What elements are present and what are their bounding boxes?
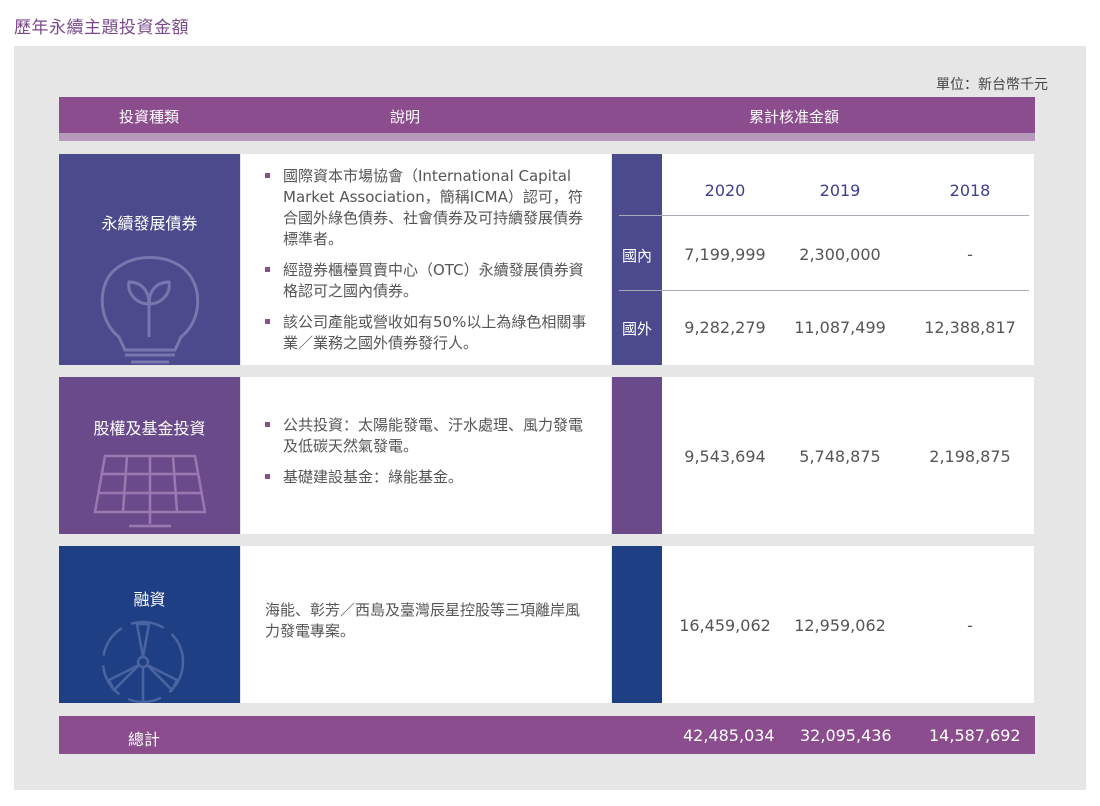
- year-2020: 2020: [704, 181, 746, 200]
- divider: [619, 290, 1029, 291]
- row-sidebar: [612, 546, 662, 703]
- bullet-item: 國際資本市場協會（International Capital Market As…: [241, 166, 611, 250]
- value-2018: 2,198,875: [929, 447, 1011, 466]
- wind-turbine-icon: [101, 620, 185, 703]
- category-label: 股權及基金投資: [93, 419, 206, 438]
- value-2020: 9,543,694: [684, 447, 766, 466]
- value-2019: 5,748,875: [799, 447, 881, 466]
- value-domestic-2019: 2,300,000: [799, 245, 881, 264]
- lightbulb-plant-icon: [100, 256, 200, 364]
- total-2020: 42,485,034: [683, 726, 775, 745]
- bullet-item: 該公司產能或營收如有50%以上為綠色相關事業／業務之國外債券發行人。: [241, 312, 611, 354]
- values-equity: 9,543,694 5,748,875 2,198,875: [662, 377, 1034, 534]
- value-2020: 16,459,062: [679, 616, 771, 635]
- description-text: 海能、彰芳／西島及臺灣辰星控股等三項離岸風力發電專案。: [265, 601, 581, 640]
- value-foreign-2018: 12,388,817: [924, 318, 1016, 337]
- values-financing: 16,459,062 12,959,062 -: [662, 546, 1034, 703]
- region-foreign: 國外: [622, 320, 653, 338]
- value-foreign-2019: 11,087,499: [794, 318, 886, 337]
- table-header: 投資種類 說明 累計核准金額: [59, 97, 1035, 141]
- values-bonds: 2020 2019 2018 7,199,999 2,300,000 - 9,2…: [619, 154, 1034, 365]
- category-label: 永續發展債券: [101, 214, 198, 233]
- total-row: 總計 42,485,034 32,095,436 14,587,692: [59, 716, 1035, 754]
- header-desc: 說明: [390, 108, 421, 126]
- description-bonds: 國際資本市場協會（International Capital Market As…: [241, 154, 611, 365]
- region-domestic: 國內: [622, 247, 653, 265]
- category-cell-equity: 股權及基金投資: [59, 377, 240, 534]
- value-domestic-2020: 7,199,999: [684, 245, 766, 264]
- header-amount: 累計核准金額: [749, 108, 840, 126]
- page-title: 歷年永續主題投資金額: [14, 18, 189, 38]
- value-2018: -: [967, 616, 973, 635]
- year-2018: 2018: [949, 181, 991, 200]
- description-financing: 海能、彰芳／西島及臺灣辰星控股等三項離岸風力發電專案。: [241, 546, 611, 703]
- row-sidebar: [612, 377, 662, 534]
- total-2018: 14,587,692: [929, 726, 1021, 745]
- total-label: 總計: [128, 730, 161, 749]
- category-cell-financing: 融資: [59, 546, 240, 703]
- value-domestic-2018: -: [967, 245, 973, 264]
- value-foreign-2020: 9,282,279: [684, 318, 766, 337]
- header-type: 投資種類: [119, 108, 180, 126]
- category-cell-bonds: 永續發展債券: [59, 154, 240, 365]
- value-2019: 12,959,062: [794, 616, 886, 635]
- description-equity: 公共投資：太陽能發電、汙水處理、風力發電及低碳天然氣發電。 基礎建設基金：綠能基…: [241, 377, 611, 534]
- category-label: 融資: [133, 590, 166, 609]
- solar-panel-icon: [93, 454, 207, 528]
- region-sidebar: 國內 國外: [612, 154, 662, 365]
- year-2019: 2019: [819, 181, 861, 200]
- bullet-item: 基礎建設基金：綠能基金。: [241, 467, 611, 488]
- bullet-item: 經證券櫃檯買賣中心（OTC）永續發展債券資格認可之國內債券。: [241, 260, 611, 302]
- bullet-item: 公共投資：太陽能發電、汙水處理、風力發電及低碳天然氣發電。: [241, 415, 611, 457]
- divider: [619, 215, 1029, 216]
- unit-note: 單位：新台幣千元: [936, 77, 1048, 93]
- total-2019: 32,095,436: [800, 726, 892, 745]
